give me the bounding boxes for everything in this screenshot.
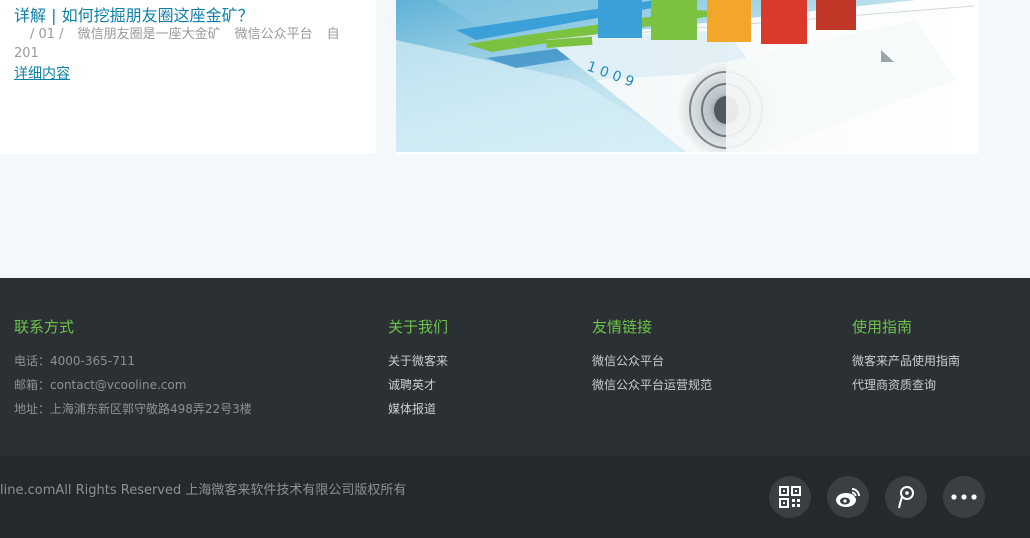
copyright-text: line.comAll Rights Reserved 上海微客来软件技术有限公… — [0, 483, 407, 498]
article-tag[interactable]: 微信公众平台 — [235, 27, 313, 42]
footer-link[interactable]: 微客来产品使用指南 — [852, 349, 960, 373]
footer-link[interactable]: 关于微客来 — [388, 349, 448, 373]
article-title[interactable]: 详解 | 如何挖掘朋友圈这座金矿？ — [14, 2, 254, 26]
article-tag[interactable]: 微信朋友圈是一座大金矿 — [78, 27, 221, 42]
footer: 联系方式 电话：4000-365-711 邮箱：contact@vcooline… — [0, 278, 1030, 456]
hero-border — [974, 0, 978, 154]
footer-contact-column: 联系方式 电话：4000-365-711 邮箱：contact@vcooline… — [14, 316, 252, 421]
footer-link[interactable]: 代理商资质查询 — [852, 373, 960, 397]
weibo-icon[interactable] — [827, 476, 869, 518]
footer-heading: 联系方式 — [14, 318, 75, 336]
footer-link[interactable]: 微信公众平台运营规范 — [592, 373, 712, 397]
report-chart-illustration: 1 0 0 9 — [396, 0, 974, 152]
tencent-weibo-icon[interactable] — [885, 476, 927, 518]
article-card: 详解 | 如何挖掘朋友圈这座金矿？ / 01 / 微信朋友圈是一座大金矿 微信公众平… — [0, 0, 376, 154]
qrcode-icon[interactable] — [769, 476, 811, 518]
contact-email: 邮箱：contact@vcooline.com — [14, 378, 187, 392]
hero-border — [396, 152, 978, 154]
article-meta: / 01 /微信朋友圈是一座大金矿 微信公众平台 自201 — [14, 25, 354, 63]
more-icon[interactable] — [943, 476, 985, 518]
footer-about-column: 关于我们 关于微客来 诚聘英才 媒体报道 — [388, 316, 448, 421]
copyright-bar: line.comAll Rights Reserved 上海微客来软件技术有限公… — [0, 456, 1030, 538]
footer-heading: 使用指南 — [852, 318, 913, 336]
footer-heading: 关于我们 — [388, 318, 449, 336]
footer-heading: 友情链接 — [592, 318, 653, 336]
contact-phone: 电话：4000-365-711 — [14, 354, 136, 368]
footer-guide-column: 使用指南 微客来产品使用指南 代理商资质查询 — [852, 316, 960, 397]
footer-link[interactable]: 诚聘英才 — [388, 373, 448, 397]
footer-link[interactable]: 微信公众平台 — [592, 349, 712, 373]
contact-address: 地址：上海浦东新区郭守敬路498弄22号3楼 — [14, 402, 252, 416]
read-more-link[interactable]: 详细内容 — [14, 63, 70, 83]
footer-friends-column: 友情链接 微信公众平台 微信公众平台运营规范 — [592, 316, 712, 397]
hero-image: 1 0 0 9 — [396, 0, 974, 152]
footer-link[interactable]: 媒体报道 — [388, 397, 448, 421]
article-number: / 01 / — [30, 27, 64, 42]
